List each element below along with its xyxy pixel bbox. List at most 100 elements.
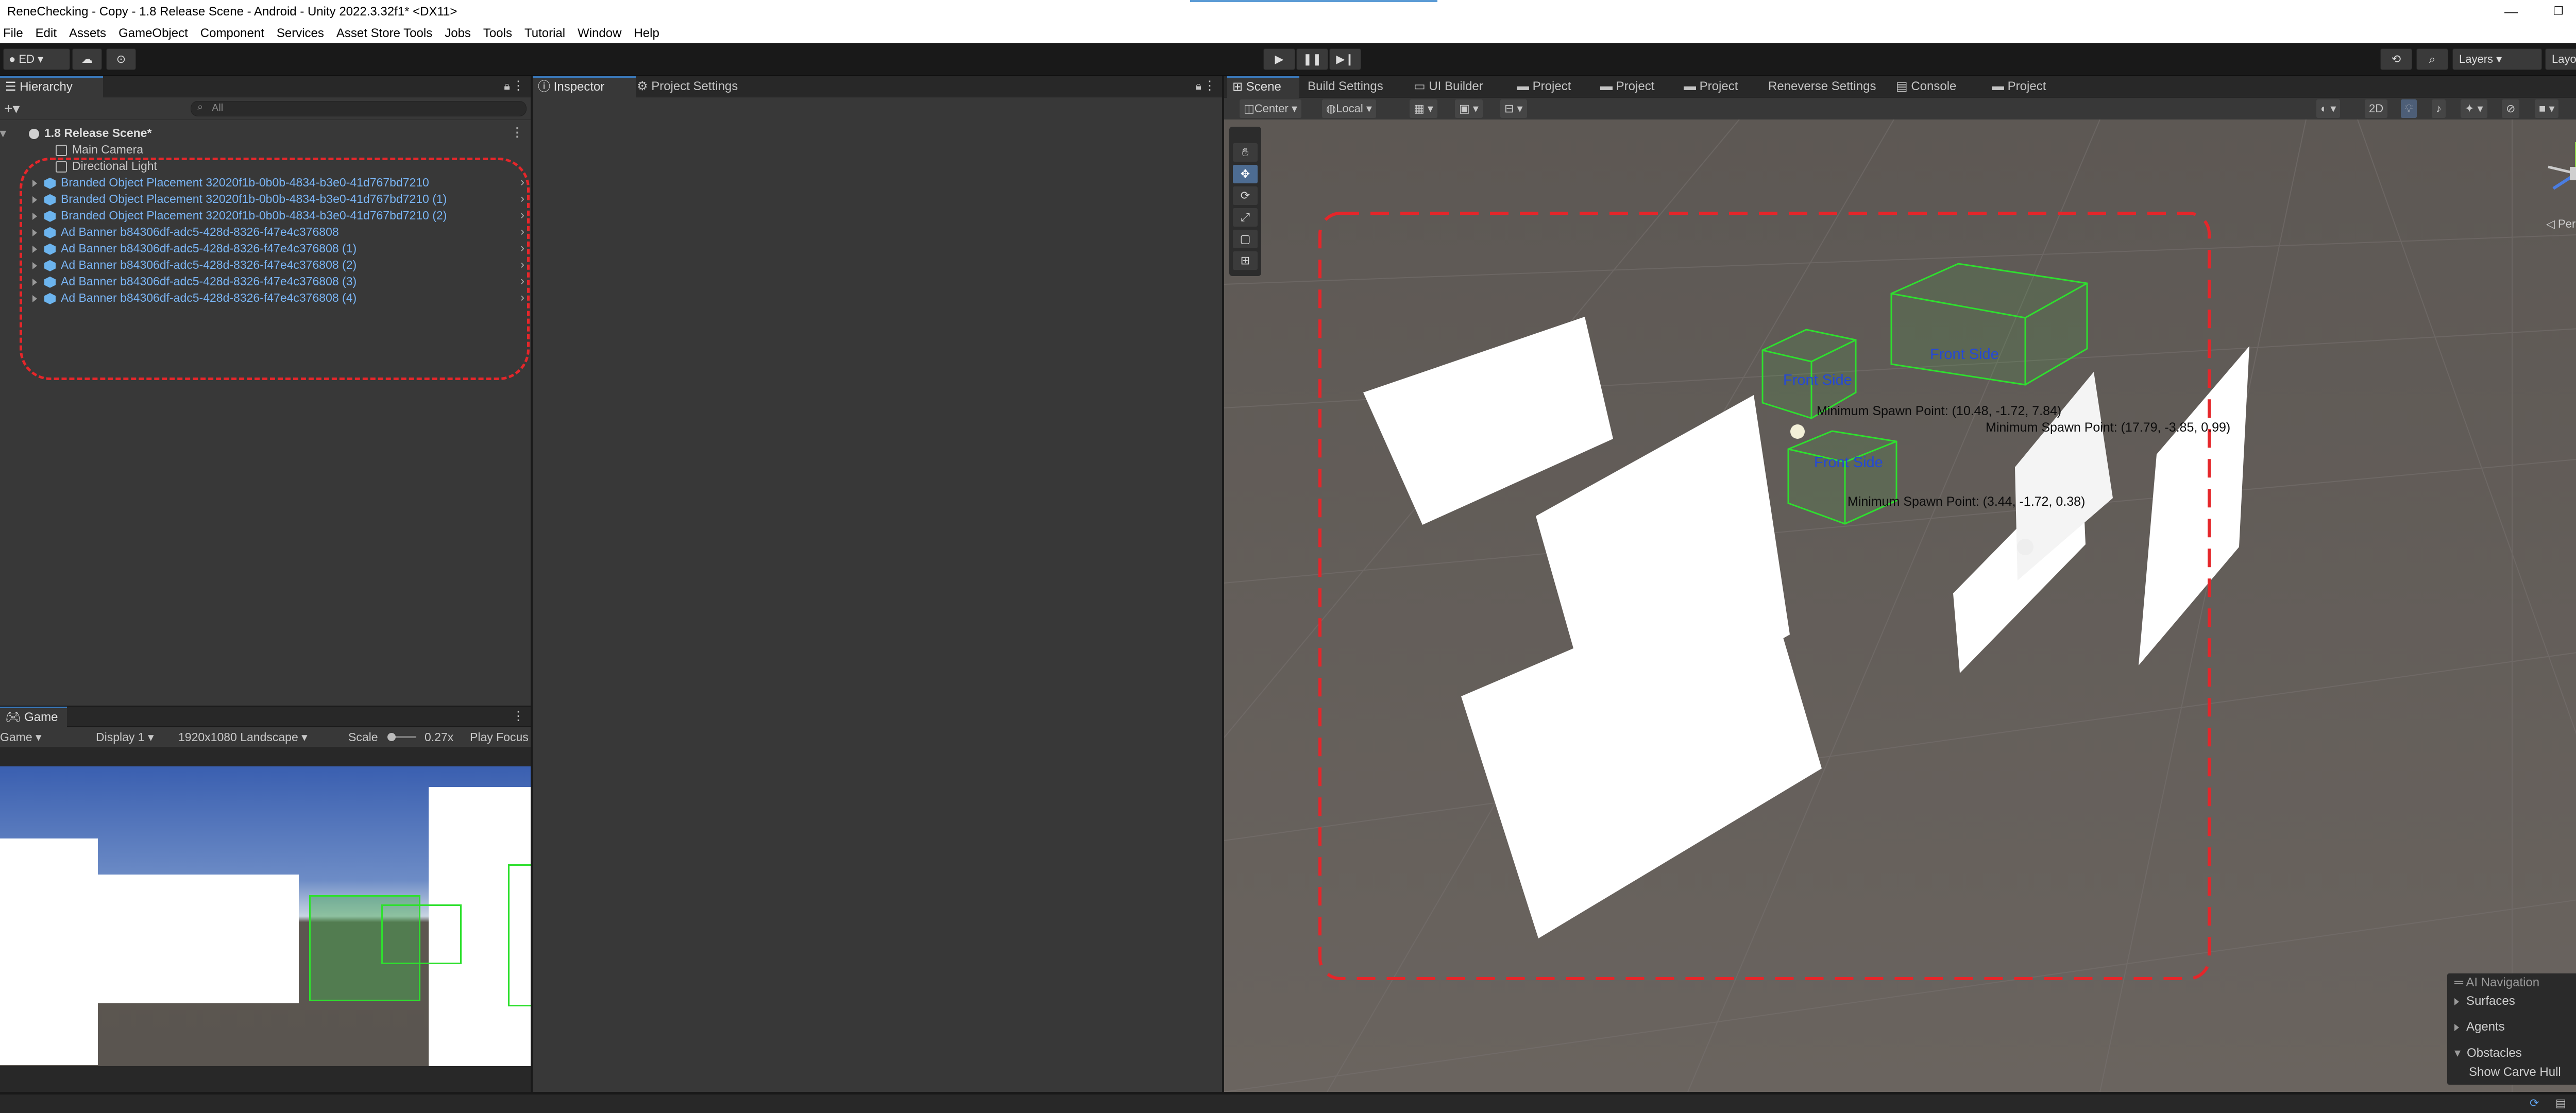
- ai-nav-surfaces[interactable]: Surfaces: [2454, 994, 2515, 1008]
- open-prefab-chevron-icon[interactable]: ›: [520, 174, 524, 191]
- projection-label[interactable]: ◁ Persp: [2546, 217, 2576, 231]
- play-focus-dropdown[interactable]: Play Focus: [470, 727, 529, 747]
- snap-increment-icon[interactable]: ▣ ▾: [1455, 99, 1483, 118]
- menu-edit[interactable]: Edit: [29, 23, 63, 43]
- menu-asset-store-tools[interactable]: Asset Store Tools: [330, 23, 438, 43]
- open-prefab-chevron-icon[interactable]: ›: [520, 191, 524, 207]
- hierarchy-prefab-item[interactable]: Ad Banner b84306df-adc5-428d-8326-f47e4c…: [0, 256, 531, 273]
- transform-tool-icon[interactable]: ⊞: [1233, 251, 1258, 270]
- play-icon[interactable]: ▶: [1263, 48, 1295, 70]
- hierarchy-item[interactable]: Directional Light: [0, 158, 531, 174]
- scale-tool-icon[interactable]: ⤢: [1233, 208, 1258, 227]
- menu-assets[interactable]: Assets: [63, 23, 112, 43]
- menu-window[interactable]: Window: [571, 23, 628, 43]
- rotate-tool-icon[interactable]: ⟳: [1233, 186, 1258, 205]
- orientation-gizmo[interactable]: [2538, 135, 2576, 212]
- tab-project-1[interactable]: ▬ Project: [1512, 76, 1576, 97]
- grid-snap-icon[interactable]: ▦ ▾: [1410, 99, 1437, 118]
- menu-jobs[interactable]: Jobs: [438, 23, 477, 43]
- expand-arrow-icon[interactable]: [32, 262, 37, 269]
- resolution-dropdown[interactable]: 1920x1080 Landscape ▾: [178, 727, 308, 747]
- history-icon[interactable]: ⟲: [2380, 48, 2412, 70]
- menu-services[interactable]: Services: [270, 23, 330, 43]
- scene-view[interactable]: Front Side Front Side Front Side Minimum…: [1224, 119, 2576, 1092]
- layers-dropdown[interactable]: Layers ▾: [2452, 48, 2542, 70]
- tab-project-2[interactable]: ▬ Project: [1595, 76, 1659, 97]
- minimize-button[interactable]: —: [2502, 2, 2520, 21]
- hierarchy-prefab-item[interactable]: Branded Object Placement 32020f1b-0b0b-4…: [0, 191, 531, 207]
- expand-arrow-icon[interactable]: [32, 245, 37, 253]
- rect-tool-icon[interactable]: ▢: [1233, 230, 1258, 248]
- hierarchy-search-input[interactable]: ⌕ All: [191, 101, 527, 116]
- expand-arrow-icon[interactable]: [32, 179, 37, 187]
- display-dropdown[interactable]: Display 1 ▾: [96, 727, 154, 747]
- account-dropdown[interactable]: ● ED ▾: [3, 48, 70, 70]
- tab-build-settings[interactable]: Build Settings: [1302, 76, 1388, 97]
- menu-tools[interactable]: Tools: [477, 23, 518, 43]
- game-kebab-icon[interactable]: ⋮: [512, 709, 524, 724]
- hierarchy-prefab-item[interactable]: Branded Object Placement 32020f1b-0b0b-4…: [0, 207, 531, 224]
- step-icon[interactable]: ▶❙: [1329, 48, 1361, 70]
- hierarchy-prefab-item[interactable]: Ad Banner b84306df-adc5-428d-8326-f47e4c…: [0, 289, 531, 306]
- tab-ui-builder[interactable]: ▭ UI Builder: [1409, 76, 1488, 97]
- tab-reneverse-settings[interactable]: Reneverse Settings: [1763, 76, 1881, 97]
- open-prefab-chevron-icon[interactable]: ›: [520, 273, 524, 289]
- tab-project-settings[interactable]: ⚙ Project Settings: [632, 76, 766, 97]
- menu-tutorial[interactable]: Tutorial: [518, 23, 571, 43]
- open-prefab-chevron-icon[interactable]: ›: [520, 207, 524, 224]
- cache-icon[interactable]: ▤: [2555, 1097, 2566, 1110]
- draw-mode-icon[interactable]: ◐ ▾: [2316, 99, 2341, 118]
- pivot-dropdown[interactable]: ◫Center ▾: [1240, 99, 1301, 118]
- lock-icon[interactable]: 🔒︎: [1195, 79, 1201, 93]
- pause-icon[interactable]: ❚❚: [1296, 48, 1328, 70]
- game-view-dropdown[interactable]: Game ▾: [0, 727, 42, 747]
- menu-gameobject[interactable]: GameObject: [112, 23, 194, 43]
- camera-icon[interactable]: ■ ▾: [2535, 99, 2559, 118]
- scale-slider-handle[interactable]: [387, 733, 396, 741]
- tab-scene[interactable]: ⊞ Scene: [1227, 76, 1299, 98]
- create-button[interactable]: +▾: [4, 100, 20, 117]
- tab-project-3[interactable]: ▬ Project: [1679, 76, 1743, 97]
- hand-tool-icon[interactable]: ✋︎: [1233, 143, 1258, 162]
- menu-component[interactable]: Component: [194, 23, 270, 43]
- tab-console[interactable]: ▤ Console: [1891, 76, 1961, 97]
- hierarchy-item[interactable]: Main Camera: [0, 141, 531, 158]
- open-prefab-chevron-icon[interactable]: ›: [520, 224, 524, 240]
- hierarchy-prefab-item[interactable]: Branded Object Placement 32020f1b-0b0b-4…: [0, 174, 531, 191]
- expand-arrow-icon[interactable]: [32, 229, 37, 236]
- cloud-icon[interactable]: ☁: [72, 48, 102, 70]
- space-dropdown[interactable]: ◍Local ▾: [1322, 99, 1376, 118]
- effects-icon[interactable]: ✦ ▾: [2461, 99, 2487, 118]
- menu-help[interactable]: Help: [628, 23, 665, 43]
- progress-icon[interactable]: ⟳: [2530, 1097, 2539, 1110]
- hierarchy-prefab-item[interactable]: Ad Banner b84306df-adc5-428d-8326-f47e4c…: [0, 240, 531, 256]
- open-prefab-chevron-icon[interactable]: ›: [520, 240, 524, 256]
- move-tool-icon[interactable]: ✥: [1233, 165, 1258, 183]
- tab-hierarchy[interactable]: ☰ Hierarchy: [0, 76, 103, 98]
- layout-dropdown[interactable]: Layout ▾: [2545, 48, 2576, 70]
- scene-kebab-icon[interactable]: ⋮: [511, 125, 523, 141]
- lock-icon[interactable]: 🔒︎: [504, 79, 510, 93]
- expand-arrow-icon[interactable]: [32, 278, 37, 286]
- maximize-button[interactable]: ❐: [2549, 2, 2568, 21]
- audio-icon[interactable]: ♪: [2432, 99, 2446, 118]
- tab-game[interactable]: 🎮︎ Game: [0, 707, 67, 729]
- toggle-2d-button[interactable]: 2D: [2365, 99, 2388, 118]
- tab-project-4[interactable]: ▬ Project: [1987, 76, 2051, 97]
- expand-arrow-icon[interactable]: ▾: [0, 125, 6, 141]
- hierarchy-prefab-item[interactable]: Ad Banner b84306df-adc5-428d-8326-f47e4c…: [0, 224, 531, 240]
- hierarchy-prefab-item[interactable]: Ad Banner b84306df-adc5-428d-8326-f47e4c…: [0, 273, 531, 289]
- expand-arrow-icon[interactable]: [32, 295, 37, 302]
- open-prefab-chevron-icon[interactable]: ›: [520, 256, 524, 273]
- expand-arrow-icon[interactable]: [32, 212, 37, 220]
- search-icon[interactable]: ⌕: [2416, 48, 2448, 70]
- kebab-menu-icon[interactable]: ⋮: [512, 78, 524, 93]
- align-icon[interactable]: ⊟ ▾: [1500, 99, 1527, 118]
- ai-nav-agents[interactable]: Agents: [2454, 1020, 2505, 1034]
- collab-icon[interactable]: ⊙: [106, 48, 136, 70]
- open-prefab-chevron-icon[interactable]: ›: [520, 289, 524, 306]
- expand-arrow-icon[interactable]: [32, 196, 37, 203]
- hidden-objects-icon[interactable]: ⊘: [2502, 99, 2520, 118]
- menu-file[interactable]: File: [0, 23, 29, 43]
- kebab-menu-icon[interactable]: ⋮: [1204, 78, 1216, 93]
